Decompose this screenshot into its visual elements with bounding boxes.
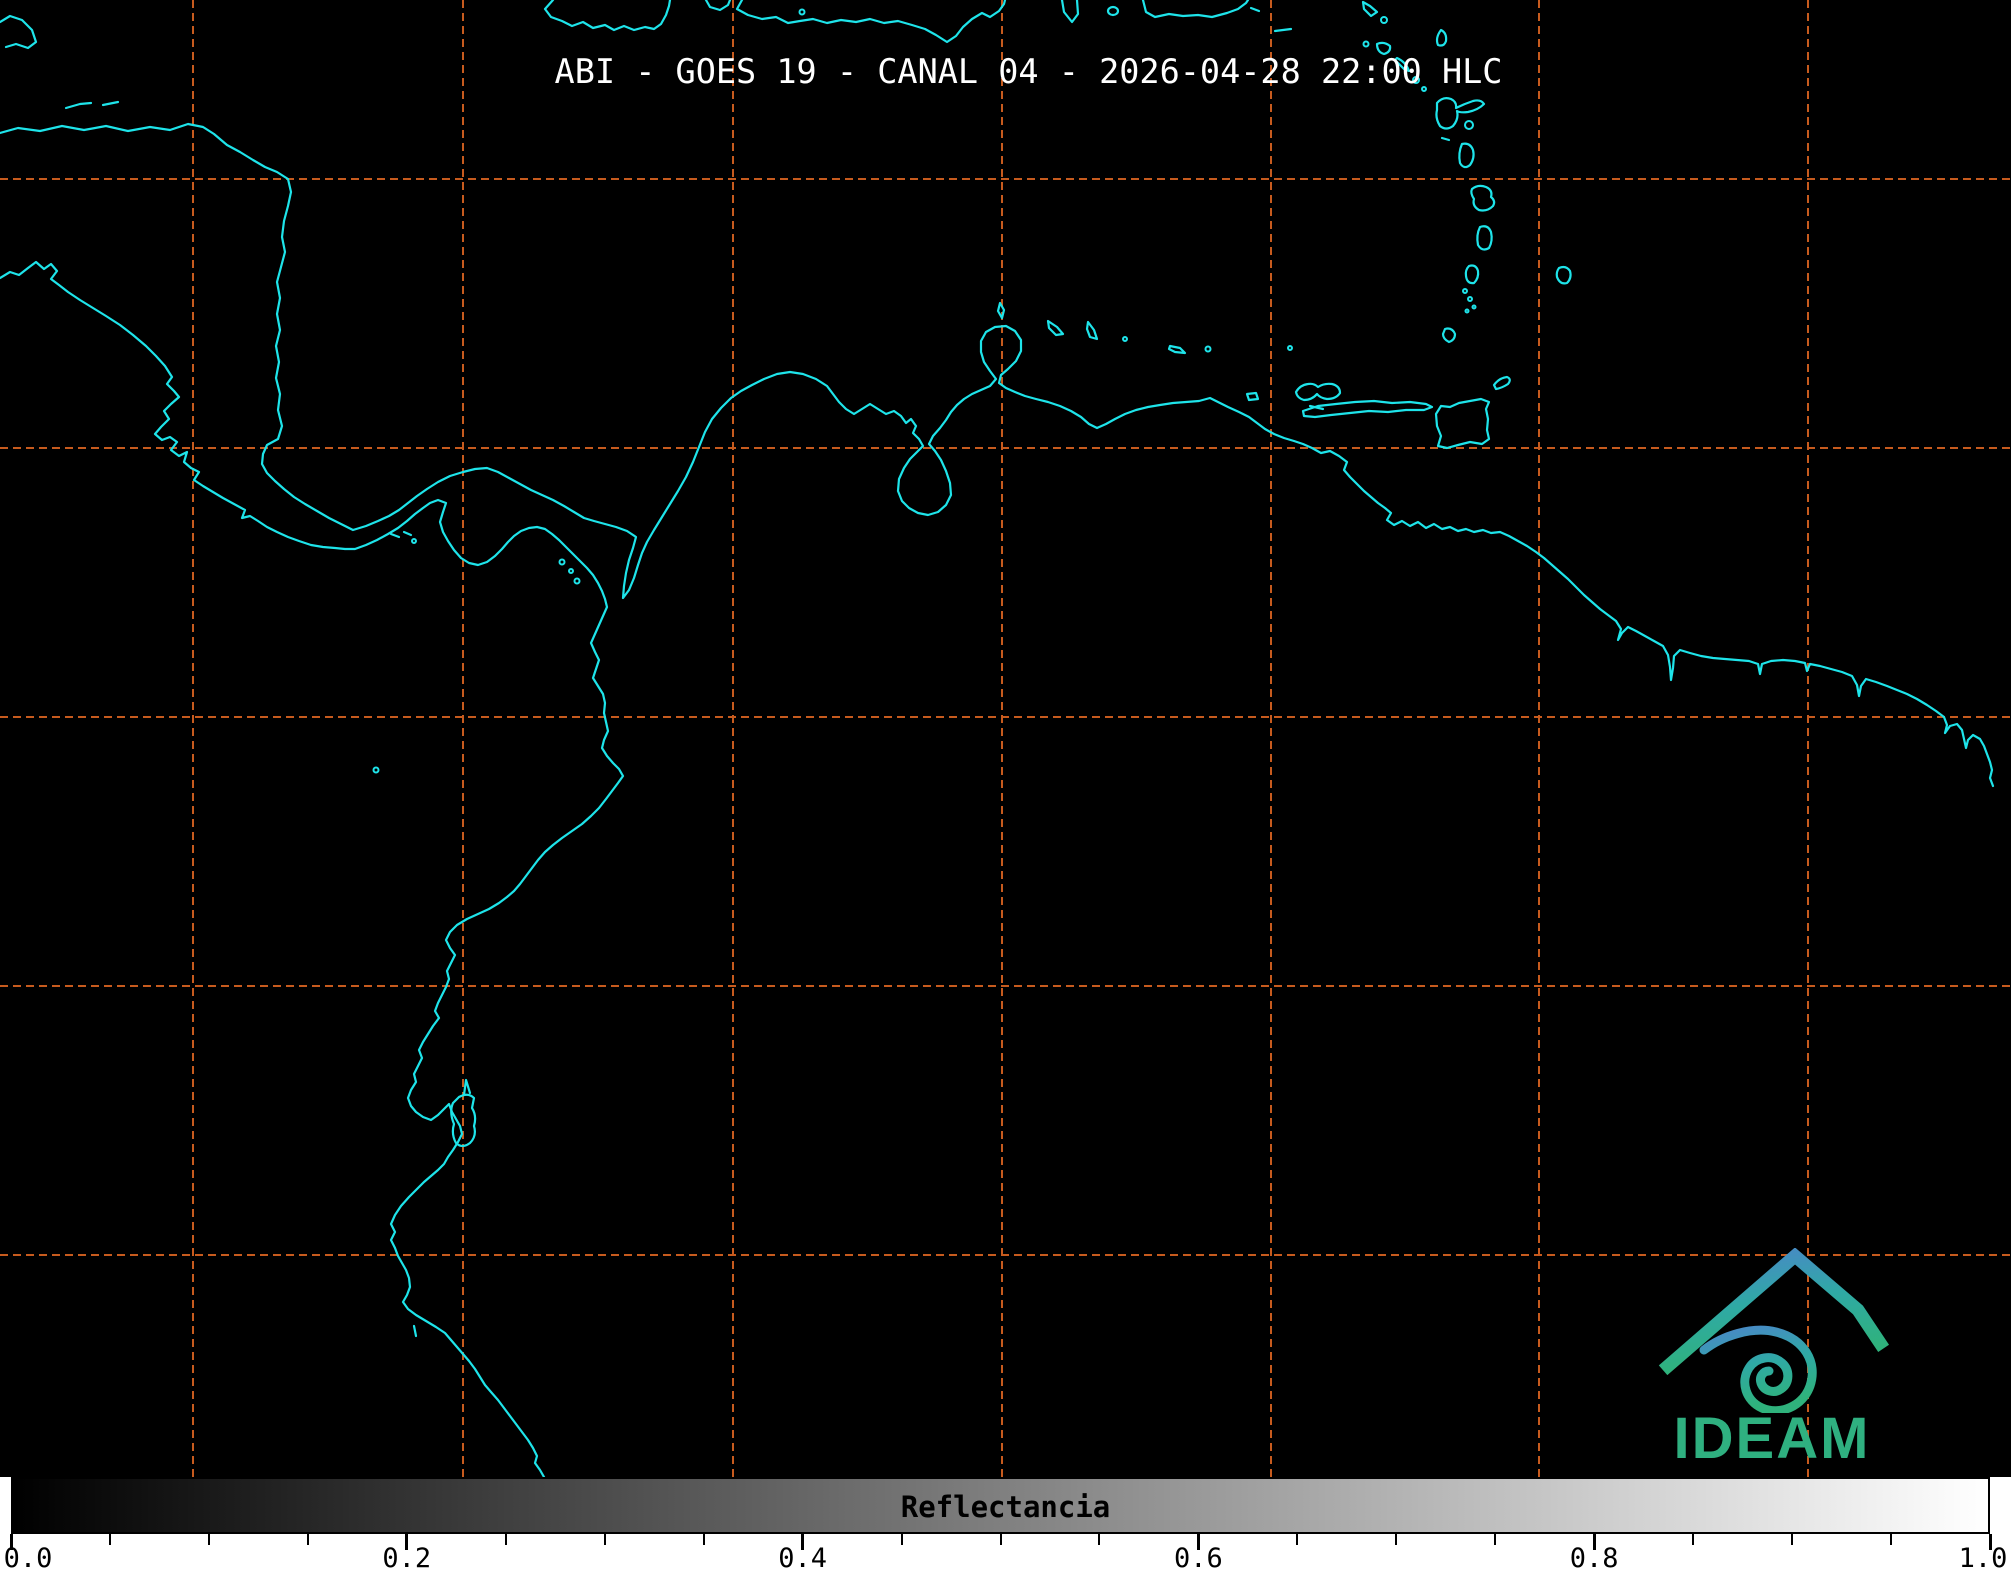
- island-dot: [1380, 16, 1388, 24]
- hurricane-spiral-shape: [1699, 1325, 1817, 1416]
- coastline-path: [412, 1324, 418, 1338]
- ideam-logo: IDEAM: [1652, 1247, 1892, 1478]
- colorbar-tick: [1296, 1534, 1299, 1545]
- island-dot: [1464, 308, 1470, 314]
- colorbar-tick: [207, 1534, 210, 1545]
- coastline-path: [1046, 319, 1065, 337]
- colorbar-tick: [900, 1534, 903, 1545]
- island-dot: [411, 538, 417, 544]
- coastline-path: [1555, 265, 1572, 285]
- coastline-path: [1060, 0, 1080, 24]
- colorbar-tick: [1791, 1534, 1794, 1545]
- island-dot: [1204, 345, 1212, 353]
- coastline-path: [1434, 397, 1491, 450]
- coastline-path: [1085, 320, 1099, 341]
- colorbar-strip: Reflectancia 0.0 0.2 0.4 0.6 0.8 1.0: [0, 1477, 2011, 1577]
- colorbar-tick: [108, 1534, 111, 1545]
- coastline-path: [1464, 264, 1480, 285]
- coastline-path: [0, 260, 625, 1477]
- coastline-path: [735, 0, 1007, 44]
- coastline-path: [1492, 375, 1511, 391]
- coastline-path: [1435, 28, 1448, 47]
- coastline-path: [101, 100, 120, 107]
- coastline-path: [543, 0, 672, 32]
- colorbar-tick-label: 0.4: [778, 1543, 827, 1574]
- colorbar-tick: [999, 1534, 1002, 1545]
- island-dot: [568, 568, 574, 574]
- colorbar-tick: [1098, 1534, 1101, 1545]
- coastline-path: [1361, 0, 1379, 18]
- island-dot: [372, 766, 380, 774]
- island-dot: [1467, 296, 1473, 302]
- satellite-map-area: ABI - GOES 19 - CANAL 04 - 2026-04-28 22…: [0, 0, 2011, 1477]
- colorbar-tick: [702, 1534, 705, 1545]
- colorbar-tick: [1890, 1534, 1893, 1545]
- island-dot: [573, 577, 581, 585]
- coastline-path: [1141, 0, 1250, 19]
- colorbar-tick-label: 0.0: [3, 1543, 53, 1574]
- island-dot: [1287, 345, 1293, 351]
- coastline-path: [402, 530, 413, 537]
- island-dot: [1122, 336, 1128, 342]
- coastline-path: [1441, 327, 1457, 344]
- colorbar-tick-label: 0.6: [1174, 1543, 1223, 1574]
- coastline-path: [1294, 382, 1342, 402]
- coastline-path: [462, 1078, 472, 1097]
- colorbar-title: Reflectancia: [900, 1490, 1111, 1524]
- colorbar-tick: [1692, 1534, 1695, 1545]
- coastline-path: [0, 122, 1995, 788]
- map-title: ABI - GOES 19 - CANAL 04 - 2026-04-28 22…: [554, 52, 1503, 91]
- colorbar-tick-label: 0.2: [382, 1543, 432, 1574]
- island-dot: [558, 558, 566, 566]
- coastline-path: [996, 301, 1006, 320]
- coastline-path: [1245, 391, 1260, 402]
- coastline-path: [1167, 344, 1187, 355]
- island-dot: [1464, 120, 1474, 130]
- colorbar-tick: [306, 1534, 309, 1545]
- colorbar-tick: [1395, 1534, 1398, 1545]
- coastline-path: [704, 0, 732, 12]
- coastline-path: [1458, 142, 1475, 169]
- coastline-path: [1440, 136, 1451, 142]
- colorbar-tick: [603, 1534, 606, 1545]
- coastline-path: [1470, 184, 1496, 212]
- ideam-mountain-spiral-icon: [1658, 1247, 1890, 1416]
- island-dot: [1471, 304, 1477, 310]
- coastline-path: [1476, 225, 1493, 251]
- coastline-path: [1249, 6, 1261, 13]
- colorbar-tick: [504, 1534, 507, 1545]
- colorbar-tick-label: 0.8: [1569, 1543, 1619, 1574]
- ideam-logo-text: IDEAM: [1673, 1406, 1871, 1471]
- island-dot: [1362, 40, 1370, 48]
- island-dot: [1462, 288, 1468, 294]
- coastline-path: [389, 532, 401, 539]
- coastline-path: [1106, 5, 1120, 17]
- colorbar-tick: [1494, 1534, 1497, 1545]
- coastline-path: [1273, 27, 1293, 33]
- coastline-path: [64, 101, 93, 110]
- island-dot: [798, 8, 806, 16]
- satellite-image-figure: ABI - GOES 19 - CANAL 04 - 2026-04-28 22…: [0, 0, 2011, 1577]
- coastline-path: [0, 14, 38, 50]
- coastline-path: [1435, 97, 1486, 130]
- colorbar-tick-label: 1.0: [1958, 1543, 2008, 1574]
